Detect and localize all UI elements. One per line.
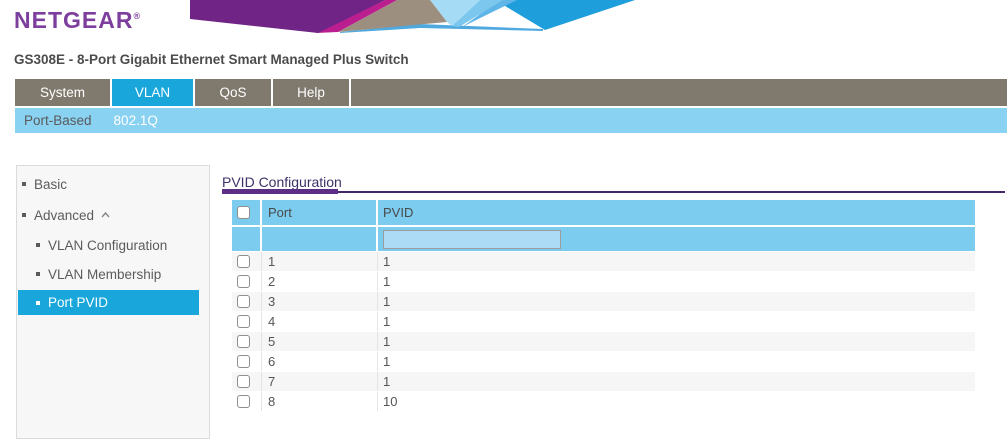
sidebar-item-port-pvid[interactable]: Port PVID: [18, 290, 199, 315]
pvid-cell: 1: [378, 334, 975, 349]
pvid-cell: 1: [378, 314, 975, 329]
sidebar-item-label: Advanced: [34, 208, 94, 223]
row-checkbox[interactable]: [237, 375, 250, 388]
row-checkbox[interactable]: [237, 355, 250, 368]
pvid-input[interactable]: [383, 230, 561, 249]
section-divider-accent: [222, 189, 338, 194]
port-cell: 1: [262, 252, 378, 271]
port-cell: 7: [262, 372, 378, 391]
sidebar: Basic Advanced VLAN Configuration VLAN M…: [16, 165, 210, 439]
port-cell: 8: [262, 392, 378, 411]
row-checkbox[interactable]: [237, 395, 250, 408]
row-checkbox[interactable]: [237, 315, 250, 328]
main-nav: System VLAN QoS Help: [15, 79, 1007, 106]
bullet-icon: [22, 182, 26, 186]
port-cell: 2: [262, 272, 378, 291]
pvid-cell: 1: [378, 254, 975, 269]
tab-help[interactable]: Help: [273, 79, 351, 106]
table-row: 6 1: [232, 352, 975, 372]
row-checkbox[interactable]: [237, 295, 250, 308]
bullet-icon: [36, 243, 40, 247]
table-row: 2 1: [232, 272, 975, 292]
subnav-item-8021q[interactable]: 802.1Q: [114, 113, 158, 128]
subnav-item-port-based[interactable]: Port-Based: [24, 113, 92, 128]
netgear-logo: NETGEAR®: [14, 7, 140, 34]
port-cell: 4: [262, 312, 378, 331]
filter-checkbox-cell: [232, 227, 262, 251]
filter-port-cell: [262, 227, 378, 251]
device-title: GS308E - 8-Port Gigabit Ethernet Smart M…: [14, 52, 409, 67]
sidebar-item-advanced[interactable]: Advanced: [22, 207, 110, 223]
bullet-icon: [22, 213, 26, 217]
select-all-checkbox[interactable]: [237, 206, 250, 219]
sidebar-item-vlan-membership[interactable]: VLAN Membership: [36, 266, 161, 282]
vlan-subnav: Port-Based 802.1Q: [15, 108, 1007, 133]
header-checkbox-cell: [232, 200, 262, 225]
tab-qos[interactable]: QoS: [195, 79, 273, 106]
pvid-cell: 10: [378, 394, 975, 409]
pvid-table: Port PVID 1 1 2 1 3 1 4 1: [232, 200, 975, 412]
registered-trademark: ®: [133, 11, 140, 21]
table-row: 3 1: [232, 292, 975, 312]
port-cell: 5: [262, 332, 378, 351]
table-header-row: Port PVID: [232, 200, 975, 225]
table-row: 1 1: [232, 252, 975, 272]
bullet-icon: [36, 301, 40, 305]
sidebar-item-label: VLAN Configuration: [48, 238, 167, 253]
tab-vlan[interactable]: VLAN: [112, 79, 195, 106]
filter-pvid-cell: [378, 230, 975, 249]
pvid-cell: 1: [378, 294, 975, 309]
row-checkbox[interactable]: [237, 255, 250, 268]
column-header-port: Port: [262, 200, 378, 225]
bullet-icon: [36, 272, 40, 276]
table-row: 4 1: [232, 312, 975, 332]
pvid-cell: 1: [378, 354, 975, 369]
pvid-cell: 1: [378, 374, 975, 389]
tab-system[interactable]: System: [15, 79, 112, 106]
netgear-logo-text: NETGEAR: [14, 7, 133, 33]
port-cell: 6: [262, 352, 378, 371]
chevron-up-icon: [101, 212, 110, 218]
sidebar-item-label: VLAN Membership: [48, 267, 161, 282]
table-filter-row: [232, 227, 975, 251]
sidebar-item-vlan-configuration[interactable]: VLAN Configuration: [36, 237, 167, 253]
table-row: 8 10: [232, 392, 975, 412]
sidebar-item-label: Basic: [34, 177, 67, 192]
header-banner-graphic: [190, 0, 636, 40]
port-cell: 3: [262, 292, 378, 311]
table-row: 5 1: [232, 332, 975, 352]
sidebar-item-label: Port PVID: [48, 295, 108, 310]
sidebar-item-basic[interactable]: Basic: [22, 176, 67, 192]
switch-admin-page: NETGEAR® GS308E - 8-Port Gigabit Etherne…: [0, 0, 1007, 439]
row-checkbox[interactable]: [237, 335, 250, 348]
table-row: 7 1: [232, 372, 975, 392]
section-title: PVID Configuration: [222, 174, 342, 190]
column-header-pvid: PVID: [378, 205, 975, 220]
row-checkbox[interactable]: [237, 275, 250, 288]
section-divider: [222, 191, 1005, 193]
pvid-cell: 1: [378, 274, 975, 289]
